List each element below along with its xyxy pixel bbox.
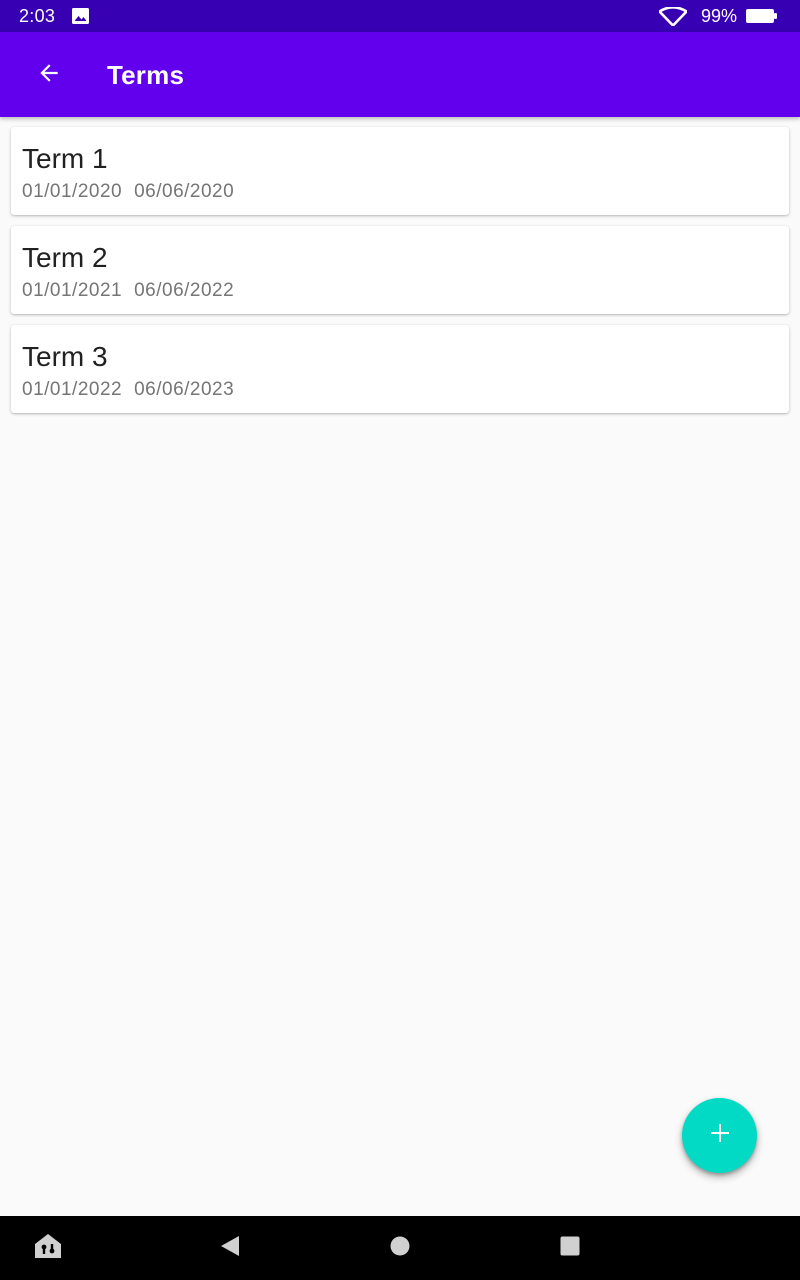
term-dates: 01/01/2021 06/06/2022 (22, 280, 234, 302)
back-button[interactable] (24, 50, 74, 100)
photo-icon (72, 8, 89, 24)
recents-square-icon (560, 1236, 580, 1261)
plus-icon (708, 1121, 732, 1150)
page-title: Terms (107, 60, 185, 90)
term-end-date: 06/06/2023 (134, 379, 235, 400)
term-title: Term 3 (22, 341, 108, 372)
arrow-back-icon (36, 60, 62, 91)
term-dates: 01/01/2022 06/06/2023 (22, 379, 234, 401)
app-bar: Terms (0, 32, 800, 117)
battery-percent: 99% (701, 6, 738, 26)
wifi-icon (658, 5, 688, 27)
battery-icon (746, 9, 777, 23)
home-lock-button[interactable] (28, 1216, 68, 1280)
term-start-date: 01/01/2022 (22, 379, 123, 400)
term-title: Term 2 (22, 242, 108, 273)
add-term-button[interactable] (682, 1098, 757, 1173)
term-title: Term 1 (22, 143, 108, 174)
term-card[interactable]: Term 3 01/01/2022 06/06/2023 (11, 325, 789, 413)
home-circle-icon (390, 1236, 410, 1261)
back-triangle-icon (220, 1235, 240, 1262)
home-lock-icon (34, 1233, 62, 1264)
term-list: Term 1 01/01/2020 06/06/2020 Term 2 01/01… (11, 127, 789, 424)
term-end-date: 06/06/2020 (134, 181, 235, 202)
status-bar: 2:03 99% (0, 0, 800, 32)
status-time: 2:03 (19, 6, 56, 26)
system-nav-bar (0, 1216, 800, 1280)
term-end-date: 06/06/2022 (134, 280, 235, 301)
term-start-date: 01/01/2021 (22, 280, 123, 301)
nav-back-button[interactable] (210, 1216, 250, 1280)
nav-recents-button[interactable] (550, 1216, 590, 1280)
term-start-date: 01/01/2020 (22, 181, 123, 202)
term-dates: 01/01/2020 06/06/2020 (22, 181, 234, 203)
nav-home-button[interactable] (380, 1216, 420, 1280)
term-card[interactable]: Term 1 01/01/2020 06/06/2020 (11, 127, 789, 215)
term-card[interactable]: Term 2 01/01/2021 06/06/2022 (11, 226, 789, 314)
